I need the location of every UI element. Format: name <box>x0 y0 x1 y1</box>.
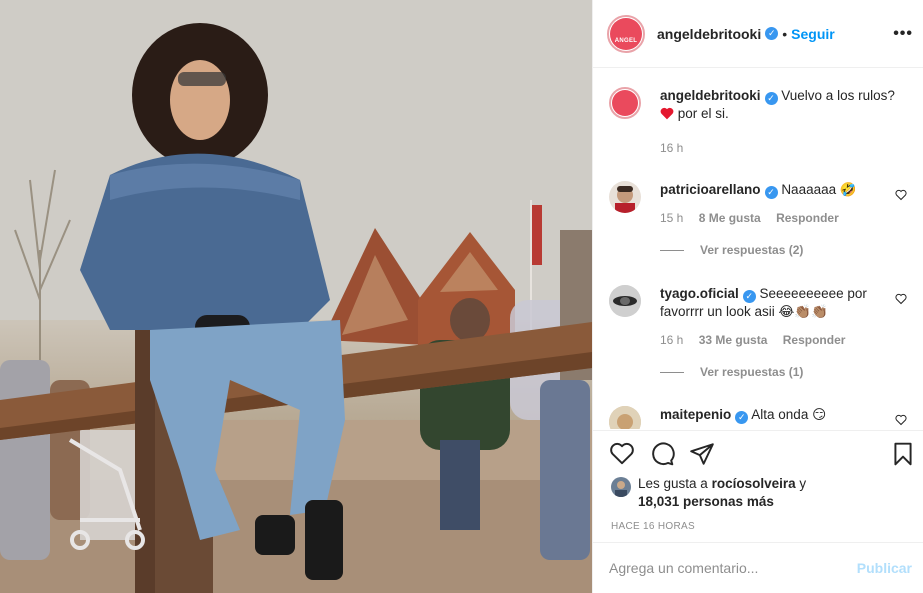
comment-item: patricioarellano ✓ Naaaaaa 🤣 15 h 8 Me gu… <box>609 181 909 257</box>
verified-icon: ✓ <box>735 411 749 424</box>
caption: angeldebritooki ✓ Vuelvo a los rulos? por… <box>609 87 909 155</box>
commenter-avatar[interactable] <box>609 406 641 429</box>
post-side-panel: ANGEL angeldebritooki ✓ • Seguir ••• ang… <box>592 0 923 593</box>
comment-text: maitepenio ✓ Alta onda 😏 <box>660 406 909 424</box>
liker-username[interactable]: rocíosolveira <box>712 476 796 491</box>
comment-likes[interactable]: 33 Me gusta <box>699 333 768 347</box>
comment-text: tyago.oficial ✓ Seeeeeeeeee por favorrrr … <box>660 285 909 321</box>
commenter-avatar[interactable] <box>609 285 641 317</box>
comment-body: Alta onda 😏 <box>751 407 827 422</box>
commenter-avatar[interactable] <box>609 181 641 213</box>
heart-emoji <box>660 106 678 121</box>
post-time-ago[interactable]: HACE 16 HORAS <box>611 521 695 532</box>
action-icons <box>609 441 916 469</box>
commenter-username[interactable]: patricioarellano <box>660 182 761 197</box>
comment-item: maitepenio ✓ Alta onda 😏 <box>609 406 909 429</box>
view-replies-label: Ver respuestas (1) <box>700 365 804 379</box>
like-comment-icon[interactable] <box>895 414 907 426</box>
post-actions: Les gusta a rocíosolveira y 18,031 perso… <box>593 430 923 542</box>
comment-body: Naaaaaa 🤣 <box>781 182 857 197</box>
likes-prefix: Les gusta a <box>638 476 708 491</box>
comment-time[interactable]: 15 h <box>660 211 683 225</box>
caption-meta: 16 h <box>660 141 909 155</box>
caption-text: angeldebritooki ✓ Vuelvo a los rulos? por… <box>660 87 909 123</box>
like-comment-icon[interactable] <box>895 189 907 201</box>
instagram-post: ANGEL angeldebritooki ✓ • Seguir ••• ang… <box>0 0 923 593</box>
caption-username[interactable]: angeldebritooki <box>660 88 761 103</box>
save-bookmark-icon[interactable] <box>890 441 916 467</box>
reply-button[interactable]: Responder <box>783 333 846 347</box>
comment-text: patricioarellano ✓ Naaaaaa 🤣 <box>660 181 909 199</box>
likes-text: Les gusta a rocíosolveira y 18,031 perso… <box>638 475 806 511</box>
verified-icon: ✓ <box>764 92 778 105</box>
replies-line <box>660 371 684 373</box>
commenter-username[interactable]: maitepenio <box>660 407 731 422</box>
post-photo[interactable] <box>0 0 592 593</box>
view-replies-label: Ver respuestas (2) <box>700 243 804 257</box>
likes-summary: Les gusta a rocíosolveira y 18,031 perso… <box>611 475 806 511</box>
publish-button[interactable]: Publicar <box>857 560 912 576</box>
view-replies-button[interactable]: Ver respuestas (2) <box>660 243 909 257</box>
replies-line <box>660 249 684 251</box>
share-icon[interactable] <box>689 441 715 467</box>
author-username[interactable]: angeldebritooki <box>657 26 761 42</box>
post-header: ANGEL angeldebritooki ✓ • Seguir ••• <box>593 0 923 68</box>
comment-time[interactable]: 16 h <box>660 333 683 347</box>
reply-button[interactable]: Responder <box>776 211 839 225</box>
likes-conj: y <box>799 476 807 491</box>
caption-time[interactable]: 16 h <box>660 141 683 155</box>
more-options-icon[interactable]: ••• <box>893 25 913 43</box>
add-comment-bar: Publicar <box>593 542 923 593</box>
verified-icon: ✓ <box>742 290 756 303</box>
liker-avatar[interactable] <box>611 477 631 497</box>
commenter-username[interactable]: tyago.oficial <box>660 286 739 301</box>
photo-illustration <box>0 0 592 593</box>
like-comment-icon[interactable] <box>895 293 907 305</box>
follow-button[interactable]: Seguir <box>791 26 835 42</box>
verified-icon: ✓ <box>765 27 779 40</box>
author-avatar-image: ANGEL <box>610 17 642 50</box>
comment-meta: 15 h 8 Me gusta Responder <box>660 211 909 225</box>
comment-input[interactable] <box>609 560 857 576</box>
likes-count[interactable]: 18,031 personas más <box>638 494 774 509</box>
comments-list[interactable]: angeldebritooki ✓ Vuelvo a los rulos? por… <box>593 69 923 429</box>
verified-icon: ✓ <box>764 186 778 199</box>
like-icon[interactable] <box>609 441 635 467</box>
caption-line-2: por el si. <box>677 106 729 121</box>
view-replies-button[interactable]: Ver respuestas (1) <box>660 365 909 379</box>
caption-avatar[interactable] <box>609 87 641 119</box>
comment-likes[interactable]: 8 Me gusta <box>699 211 761 225</box>
separator-dot: • <box>782 25 788 42</box>
comment-meta: 16 h 33 Me gusta Responder <box>660 333 909 347</box>
author-avatar[interactable]: ANGEL <box>607 14 645 53</box>
comment-icon[interactable] <box>649 441 675 467</box>
caption-line-1: Vuelvo a los rulos? <box>781 88 895 103</box>
comment-item: tyago.oficial ✓ Seeeeeeeeee por favorrrr … <box>609 285 909 379</box>
